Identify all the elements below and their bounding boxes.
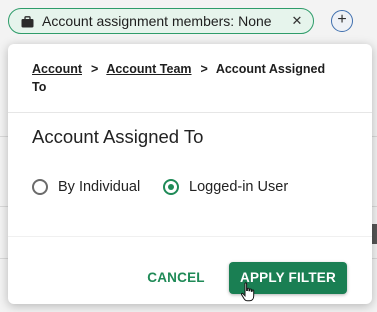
filter-chip-label: Account assignment members: None	[42, 13, 272, 29]
option-label: Logged-in User	[189, 179, 289, 195]
divider	[8, 112, 372, 113]
breadcrumb-link-account-team[interactable]: Account Team	[106, 62, 191, 76]
radio-logged-in-user[interactable]	[163, 179, 179, 195]
cancel-button[interactable]: CANCEL	[139, 262, 213, 294]
filter-dialog: Account > Account Team > Account Assigned To…	[8, 44, 372, 304]
breadcrumb-separator: >	[200, 62, 208, 76]
option-logged-in-user[interactable]: Logged-in User	[163, 179, 288, 195]
section-title: Account Assigned To	[32, 126, 204, 147]
breadcrumb-link-account[interactable]: Account	[32, 62, 82, 76]
radio-by-individual[interactable]	[32, 179, 48, 195]
breadcrumb: Account > Account Team > Account Assigned To	[32, 60, 342, 96]
breadcrumb-separator: >	[91, 62, 99, 76]
option-by-individual[interactable]: By Individual	[32, 179, 140, 195]
add-filter-button[interactable]: +	[331, 10, 353, 32]
hand-cursor-icon	[240, 282, 256, 302]
briefcase-icon	[21, 15, 34, 28]
option-label: By Individual	[58, 179, 141, 195]
close-icon[interactable]: ✕	[287, 13, 307, 29]
screen: Account assignment members: None ✕ + Acc…	[0, 0, 377, 312]
filter-chip[interactable]: Account assignment members: None ✕	[8, 8, 314, 34]
divider	[8, 236, 372, 237]
